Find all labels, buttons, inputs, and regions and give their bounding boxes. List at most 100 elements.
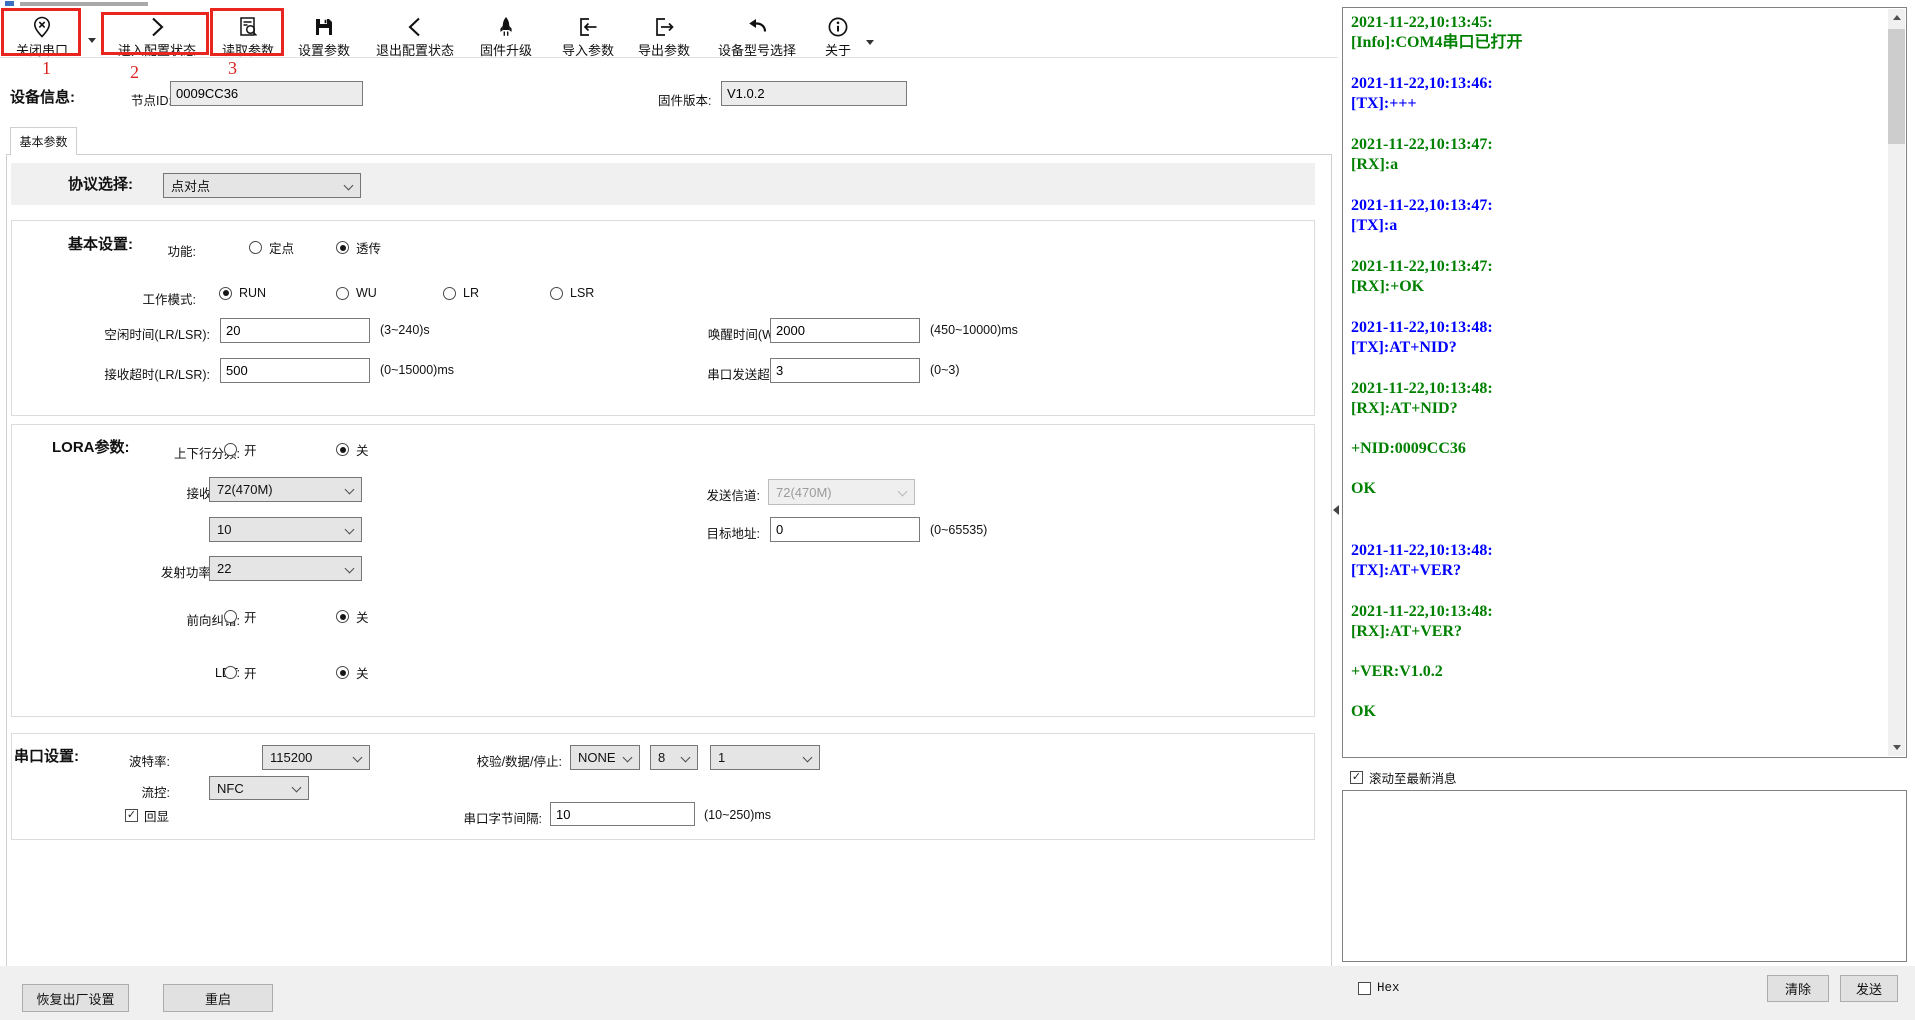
toolbar-overflow-caret[interactable] <box>866 40 874 45</box>
idle-time-hint: (3~240)s <box>380 323 430 337</box>
close-serial-dropdown-caret[interactable] <box>88 38 96 43</box>
serial-port-pin-icon <box>30 15 54 39</box>
log-entry: 2021-11-22,10:13:48: [RX]:AT+VER? +VER:V… <box>1351 602 1882 722</box>
chevron-down-icon <box>345 564 355 574</box>
uart-tx-timeout-input[interactable] <box>770 358 920 383</box>
radio-icon <box>336 666 349 679</box>
radio-icon <box>249 241 262 254</box>
target-addr-input[interactable] <box>770 517 920 542</box>
autoscroll-checkbox[interactable]: 滚动至最新消息 <box>1350 768 1457 787</box>
parity-data-stop-label: 校验/数据/停止: <box>440 751 562 770</box>
radio-updown-off[interactable]: 关 <box>336 440 369 459</box>
protocol-value: 点对点 <box>171 176 210 195</box>
send-input[interactable] <box>1342 790 1907 962</box>
radio-workmode-run[interactable]: RUN <box>219 286 266 300</box>
tx-power-select[interactable]: 22 <box>209 556 362 581</box>
device-info-title: 设备信息: <box>10 86 75 107</box>
rx-channel-select[interactable]: 72(470M) <box>209 477 362 502</box>
rate-select[interactable]: 10 <box>209 517 362 542</box>
radio-label: 关 <box>356 440 369 459</box>
scroll-up-arrow[interactable] <box>1888 9 1905 26</box>
chevron-down-icon <box>623 753 633 763</box>
radio-icon <box>443 287 456 300</box>
tab-basic-params[interactable]: 基本参数 <box>10 127 77 155</box>
toolbar-read-params-button[interactable]: 读取参数 <box>212 14 284 61</box>
toolbar-export-params-button[interactable]: 导出参数 <box>628 14 700 61</box>
scrollbar-thumb[interactable] <box>1888 29 1905 144</box>
rx-timeout-label: 接收超时(LR/LSR): <box>60 364 210 383</box>
wake-time-input[interactable] <box>770 318 920 343</box>
target-addr-label: 目标地址: <box>640 523 760 542</box>
toolbar-about-button[interactable]: 关于 <box>814 14 862 61</box>
tx-channel-select: 72(470M) <box>768 479 915 505</box>
echo-label: 回显 <box>144 806 169 825</box>
radio-updown-on[interactable]: 开 <box>224 440 257 459</box>
data-bits-select[interactable]: 8 <box>650 745 698 770</box>
clear-button[interactable]: 清除 <box>1767 975 1829 1002</box>
annotation-number-3: 3 <box>228 58 237 79</box>
baud-label: 波特率: <box>90 751 170 770</box>
radio-workmode-lr[interactable]: LR <box>443 286 479 300</box>
target-addr-hint: (0~65535) <box>930 523 987 537</box>
toolbar-device-model-button[interactable]: 设备型号选择 <box>704 14 810 61</box>
idle-time-input[interactable] <box>220 318 370 343</box>
echo-checkbox[interactable]: 回显 <box>125 806 169 825</box>
firmware-version-label: 固件版本: <box>658 90 711 109</box>
function-label: 功能: <box>96 241 196 260</box>
export-arrow-icon <box>652 15 676 39</box>
toolbar-close-serial-button[interactable]: 关闭串口 <box>2 14 82 61</box>
baud-select[interactable]: 115200 <box>262 745 370 770</box>
import-arrow-icon <box>576 15 600 39</box>
toolbar-set-params-button[interactable]: 设置参数 <box>288 14 360 61</box>
radio-icon <box>336 610 349 623</box>
chevron-down-icon <box>898 487 908 497</box>
rate-value: 10 <box>217 522 231 537</box>
flow-control-select[interactable]: NFC <box>209 776 309 800</box>
chevron-down-icon <box>353 753 363 763</box>
radio-icon <box>336 287 349 300</box>
radio-icon <box>550 287 563 300</box>
log-entry: 2021-11-22,10:13:47: [RX]:a <box>1351 135 1882 175</box>
send-button[interactable]: 发送 <box>1840 975 1898 1002</box>
chevron-down-icon <box>803 753 813 763</box>
node-id-field[interactable] <box>170 81 363 106</box>
factory-reset-button[interactable]: 恢复出厂设置 <box>22 984 129 1012</box>
radio-fec-off[interactable]: 关 <box>336 607 369 626</box>
toolbar-enter-config-button[interactable]: 进入配置状态 <box>104 14 210 61</box>
toolbar-exit-config-button[interactable]: 退出配置状态 <box>362 14 468 61</box>
radio-lbt-on[interactable]: 开 <box>224 663 257 682</box>
radio-workmode-lsr[interactable]: LSR <box>550 286 594 300</box>
scroll-down-arrow[interactable] <box>1888 739 1905 756</box>
radio-lbt-off[interactable]: 关 <box>336 663 369 682</box>
checkbox-icon <box>1350 771 1363 784</box>
toolbar-import-params-button[interactable]: 导入参数 <box>552 14 624 61</box>
stop-bits-select[interactable]: 1 <box>710 745 820 770</box>
rx-channel-value: 72(470M) <box>217 482 273 497</box>
radio-fec-on[interactable]: 开 <box>224 607 257 626</box>
updown-split-label: 上下行分频: <box>110 443 240 462</box>
data-bits-value: 8 <box>658 750 665 765</box>
firmware-version-field[interactable] <box>721 81 907 106</box>
hex-checkbox[interactable]: Hex <box>1358 981 1400 995</box>
radio-function-transparent[interactable]: 透传 <box>336 238 381 257</box>
node-id-label: 节点ID: <box>131 90 172 109</box>
flow-control-value: NFC <box>217 781 244 796</box>
log-output[interactable]: 2021-11-22,10:13:45: [Info]:COM4串口已打开 20… <box>1342 7 1907 758</box>
toolbar-firmware-upgrade-button[interactable]: 固件升级 <box>470 14 542 61</box>
radio-label: 定点 <box>269 238 294 257</box>
panel-collapse-arrow[interactable] <box>1333 505 1339 515</box>
byte-interval-input[interactable] <box>550 802 695 826</box>
undo-arrow-icon <box>745 15 769 39</box>
protocol-select[interactable]: 点对点 <box>163 173 361 198</box>
restart-button[interactable]: 重启 <box>163 984 273 1012</box>
info-icon <box>826 15 850 39</box>
serial-settings-title: 串口设置: <box>14 745 79 766</box>
log-entry: 2021-11-22,10:13:47: [TX]:a <box>1351 196 1882 236</box>
rx-timeout-input[interactable] <box>220 358 370 383</box>
radio-workmode-wu[interactable]: WU <box>336 286 377 300</box>
log-scrollbar[interactable] <box>1888 9 1905 756</box>
parity-select[interactable]: NONE <box>570 745 640 770</box>
rocket-icon <box>494 15 518 39</box>
radio-function-fixed[interactable]: 定点 <box>249 238 294 257</box>
radio-icon <box>224 666 237 679</box>
